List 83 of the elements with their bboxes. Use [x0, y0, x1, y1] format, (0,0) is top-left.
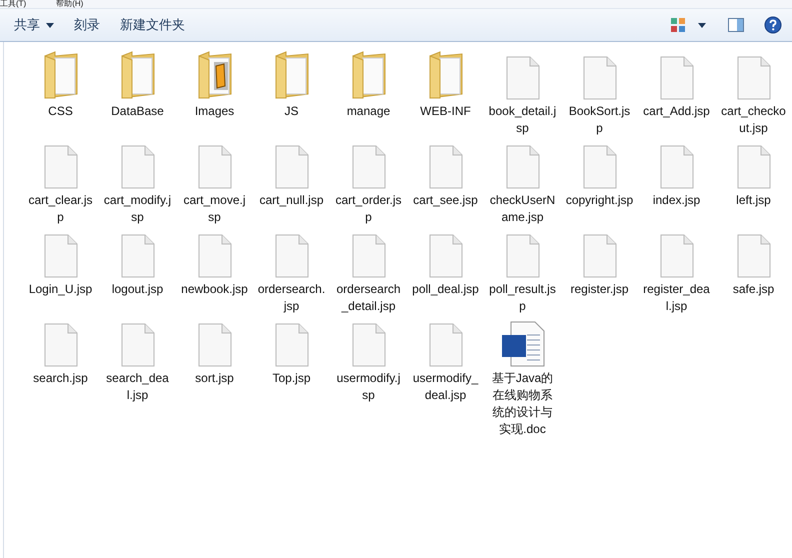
blank-file-icon	[352, 145, 386, 189]
file-name[interactable]: poll_result.jsp	[488, 281, 556, 315]
blank-file-icon	[582, 234, 616, 278]
blank-file-icon	[44, 234, 78, 278]
file-name[interactable]: newbook.jsp	[180, 281, 248, 298]
blank-file-icon	[428, 323, 462, 367]
file-name[interactable]: cart_null.jsp	[258, 192, 326, 209]
file-name[interactable]: register.jsp	[566, 281, 634, 298]
view-grid-icon	[670, 17, 686, 33]
file-name[interactable]: DataBase	[104, 103, 172, 120]
file-name[interactable]: cart_modify.jsp	[104, 192, 172, 226]
blank-file-icon	[274, 145, 308, 189]
blank-file-icon	[736, 234, 770, 278]
file-name[interactable]: copyright.jsp	[566, 192, 634, 209]
blank-file-icon	[428, 234, 462, 278]
file-name[interactable]: 基于Java的在线购物系统的设计与实现.doc	[488, 370, 556, 438]
folder-icon	[120, 50, 156, 100]
file-name[interactable]: cart_order.jsp	[334, 192, 402, 226]
caret-icon	[46, 22, 54, 28]
file-name[interactable]: Images	[180, 103, 248, 120]
file-name[interactable]: Top.jsp	[258, 370, 326, 387]
menu-item[interactable]: 工具(T)	[0, 0, 26, 8]
help-icon	[764, 16, 782, 34]
blank-file-icon	[274, 323, 308, 367]
file-name[interactable]: sort.jsp	[180, 370, 248, 387]
file-name[interactable]: register_deal.jsp	[642, 281, 710, 315]
toolbar-button[interactable]: 新建文件夹	[110, 12, 195, 38]
file-name[interactable]: search_deal.jsp	[104, 370, 172, 404]
folder-icon	[350, 50, 386, 100]
blank-file-icon	[506, 56, 540, 100]
file-name[interactable]: ordersearch.jsp	[258, 281, 326, 315]
file-name[interactable]: usermodify_deal.jsp	[412, 370, 480, 404]
folder-icon	[42, 50, 78, 100]
toolbar-button[interactable]: 共享	[4, 12, 64, 38]
blank-file-icon	[582, 145, 616, 189]
file-name[interactable]: search.jsp	[26, 370, 94, 387]
file-name[interactable]: safe.jsp	[720, 281, 788, 298]
blank-file-icon	[198, 234, 232, 278]
word-document-icon	[500, 321, 544, 367]
blank-file-icon	[506, 234, 540, 278]
file-name[interactable]: book_detail.jsp	[488, 103, 556, 137]
file-name[interactable]: cart_move.jsp	[180, 192, 248, 226]
file-name[interactable]: cart_see.jsp	[412, 192, 480, 209]
file-name[interactable]: poll_deal.jsp	[412, 281, 480, 298]
folder-icon	[274, 50, 310, 100]
blank-file-icon	[120, 323, 154, 367]
file-name[interactable]: cart_Add.jsp	[642, 103, 710, 120]
blank-file-icon	[428, 145, 462, 189]
file-name[interactable]: BookSort.jsp	[566, 103, 634, 137]
file-name[interactable]: CSS	[26, 103, 94, 120]
file-name[interactable]: cart_checkout.jsp	[720, 103, 788, 137]
preview-pane-icon	[728, 17, 744, 33]
blank-file-icon	[736, 145, 770, 189]
file-name[interactable]: usermodify.jsp	[334, 370, 402, 404]
blank-file-icon	[736, 56, 770, 100]
blank-file-icon	[660, 234, 694, 278]
blank-file-icon	[198, 323, 232, 367]
blank-file-icon	[660, 145, 694, 189]
blank-file-icon	[198, 145, 232, 189]
blank-file-icon	[274, 234, 308, 278]
blank-file-icon	[120, 145, 154, 189]
file-name[interactable]: Login_U.jsp	[26, 281, 94, 298]
folder-with-picture-icon	[196, 50, 232, 100]
blank-file-icon	[352, 323, 386, 367]
blank-file-icon	[120, 234, 154, 278]
file-name[interactable]: logout.jsp	[104, 281, 172, 298]
file-name[interactable]: ordersearch_detail.jsp	[334, 281, 402, 315]
file-name[interactable]: JS	[258, 103, 326, 120]
blank-file-icon	[506, 145, 540, 189]
caret-icon	[698, 22, 706, 28]
file-name[interactable]: left.jsp	[720, 192, 788, 209]
blank-file-icon	[352, 234, 386, 278]
blank-file-icon	[582, 56, 616, 100]
blank-file-icon	[44, 323, 78, 367]
file-name[interactable]: manage	[334, 103, 402, 120]
folder-icon	[428, 50, 464, 100]
file-name[interactable]: cart_clear.jsp	[26, 192, 94, 226]
file-name[interactable]: WEB-INF	[412, 103, 480, 120]
file-name[interactable]: index.jsp	[642, 192, 710, 209]
file-name[interactable]: checkUserName.jsp	[488, 192, 556, 226]
blank-file-icon	[44, 145, 78, 189]
blank-file-icon	[660, 56, 694, 100]
toolbar-button[interactable]: 刻录	[64, 12, 110, 38]
